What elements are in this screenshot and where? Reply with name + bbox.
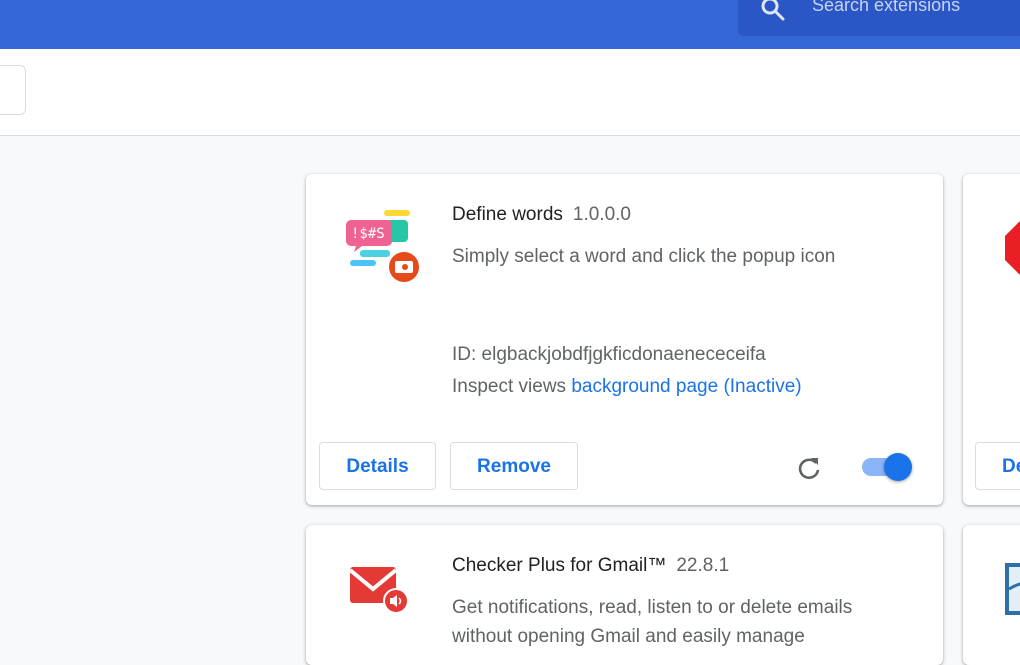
extension-description: Simply select a word and click the popup… <box>452 246 836 267</box>
details-button-partial[interactable]: De <box>975 442 1020 490</box>
define-words-icon: !$#S <box>346 210 419 282</box>
extension-icon-partial <box>1005 563 1020 615</box>
extension-card-checker-plus: Checker Plus for Gmail™ 22.8.1 Get notifi… <box>306 525 943 665</box>
extension-version: 22.8.1 <box>676 555 730 576</box>
inspect-views-label: Inspect views <box>452 376 567 397</box>
background-page-link[interactable]: background page (Inactive) <box>571 376 801 397</box>
reload-icon[interactable] <box>794 453 824 483</box>
stop-sign-icon <box>1005 221 1020 275</box>
search-input[interactable]: Search extensions <box>812 0 960 16</box>
extension-name: Checker Plus for Gmail™ 22.8.1 <box>452 555 729 577</box>
search-icon[interactable] <box>758 0 788 24</box>
extension-card-partial: De <box>963 174 1020 505</box>
extension-name-text: Checker Plus for Gmail™ <box>452 555 667 576</box>
toolbar-button[interactable] <box>0 65 26 115</box>
inspect-views: Inspect views background page (Inactive) <box>452 376 802 398</box>
extension-name: Define words 1.0.0.0 <box>452 204 631 226</box>
details-button[interactable]: Details <box>319 442 436 490</box>
remove-button[interactable]: Remove <box>450 442 578 490</box>
extension-card-define-words: !$#S Define words 1.0.0.0 Simply select a… <box>306 174 943 505</box>
extension-id: ID: elgbackjobdfjgkficdonaenececeifa <box>452 344 766 365</box>
checker-plus-gmail-icon <box>348 567 409 614</box>
extension-card-partial-2 <box>963 525 1020 665</box>
svg-text:!$#S: !$#S <box>351 226 385 242</box>
extension-name-text: Define words <box>452 204 563 225</box>
extension-version: 1.0.0.0 <box>572 204 631 225</box>
top-header-bar: Search extensions <box>0 0 1020 49</box>
enable-toggle[interactable] <box>884 453 912 481</box>
toolbar <box>0 49 1020 136</box>
extension-description: Get notifications, read, listen to or de… <box>452 597 853 647</box>
